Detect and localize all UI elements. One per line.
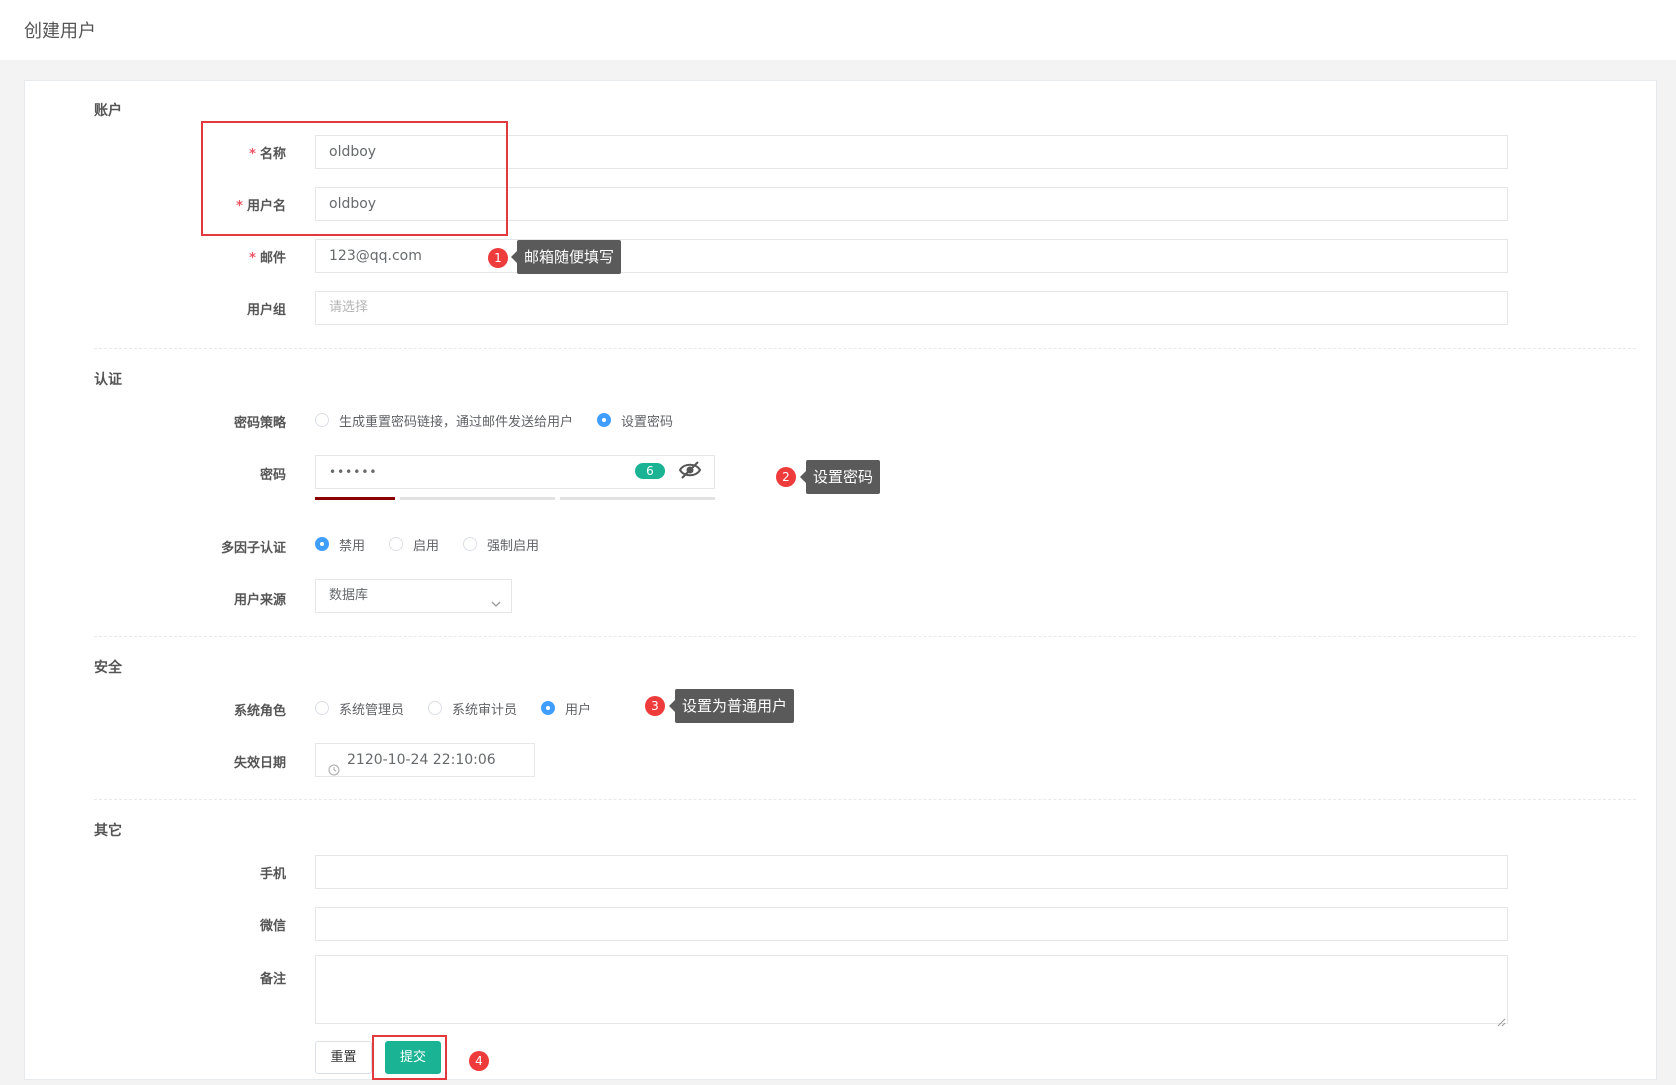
page-header: 创建用户 (0, 0, 1676, 60)
section-title-auth: 认证 (94, 372, 122, 388)
highlight-box-name-fields (201, 121, 508, 236)
password-strength-segment (635, 497, 715, 500)
user-group-select[interactable]: 请选择 (315, 291, 1508, 325)
radio-circle[interactable] (463, 537, 478, 551)
password-strength-segment (400, 497, 480, 500)
system-role-label: 系统角色 (233, 704, 286, 719)
password-strength-segment (475, 497, 555, 500)
password-label: 密码 (259, 468, 286, 483)
radio-circle[interactable] (315, 413, 329, 427)
wechat-label: 微信 (259, 919, 286, 934)
resize-handle-icon[interactable] (1496, 1012, 1506, 1027)
user-source-select[interactable]: 数据库 (315, 579, 512, 613)
section-divider (94, 636, 1636, 637)
expire-date-label: 失效日期 (233, 756, 286, 771)
comment-label: 备注 (259, 972, 286, 987)
annotation-marker-4: 4 (469, 1051, 489, 1071)
annotation-tooltip-2: 设置密码 (799, 460, 881, 494)
wechat-input[interactable] (315, 907, 1508, 941)
role-option-admin[interactable]: 系统管理员 (315, 699, 404, 718)
password-policy-option-set-password[interactable]: 设置密码 (597, 411, 673, 430)
clock-icon (328, 756, 340, 776)
password-policy-radio-group: 生成重置密码链接，通过邮件发送给用户 设置密码 (315, 410, 697, 430)
phone-input[interactable] (315, 855, 1508, 889)
chevron-down-icon (491, 590, 501, 607)
section-title-account: 账户 (94, 103, 122, 119)
expire-date-picker[interactable]: 2120-10-24 22:10:06 (315, 743, 535, 777)
section-title-other: 其它 (94, 823, 122, 839)
system-role-radio-group: 系统管理员 系统审计员 用户 (315, 698, 615, 718)
password-strength-segment (560, 497, 640, 500)
mfa-radio-group: 禁用 启用 强制启用 (315, 534, 563, 554)
mfa-option-enabled[interactable]: 启用 (389, 535, 439, 554)
radio-circle[interactable] (389, 537, 404, 551)
password-length-badge: 6 (635, 463, 665, 479)
highlight-box-submit (372, 1035, 447, 1080)
password-policy-option-reset-link[interactable]: 生成重置密码链接，通过邮件发送给用户 (315, 411, 573, 430)
mfa-option-forced[interactable]: 强制启用 (463, 535, 539, 554)
password-strength-segment (315, 497, 395, 500)
comment-textarea[interactable] (315, 955, 1508, 1027)
page-title: 创建用户 (24, 21, 96, 42)
reset-button[interactable]: 重置 (315, 1041, 372, 1074)
role-option-auditor[interactable]: 系统审计员 (428, 699, 517, 718)
user-group-label: 用户组 (246, 303, 286, 318)
section-divider (94, 348, 1636, 349)
annotation-tooltip-3: 设置为普通用户 (668, 689, 795, 723)
annotation-marker-2: 2 (776, 467, 796, 487)
radio-circle-selected[interactable] (597, 413, 612, 427)
section-divider (94, 799, 1636, 800)
annotation-marker-3: 3 (645, 696, 665, 716)
role-option-user[interactable]: 用户 (541, 699, 591, 718)
radio-circle[interactable] (315, 701, 329, 715)
mfa-option-disabled[interactable]: 禁用 (315, 535, 365, 554)
radio-circle-selected[interactable] (315, 537, 329, 551)
user-source-label: 用户来源 (233, 593, 286, 608)
email-label: * 邮件 (249, 251, 286, 266)
phone-label: 手机 (259, 867, 286, 882)
mfa-label: 多因子认证 (220, 541, 286, 556)
radio-circle-selected[interactable] (541, 701, 556, 715)
password-policy-label: 密码策略 (233, 416, 286, 431)
annotation-tooltip-1: 邮箱随便填写 (510, 240, 622, 274)
eye-slash-icon[interactable] (678, 460, 702, 480)
annotation-marker-1: 1 (488, 248, 508, 268)
section-title-security: 安全 (94, 660, 122, 676)
radio-circle[interactable] (428, 701, 443, 715)
